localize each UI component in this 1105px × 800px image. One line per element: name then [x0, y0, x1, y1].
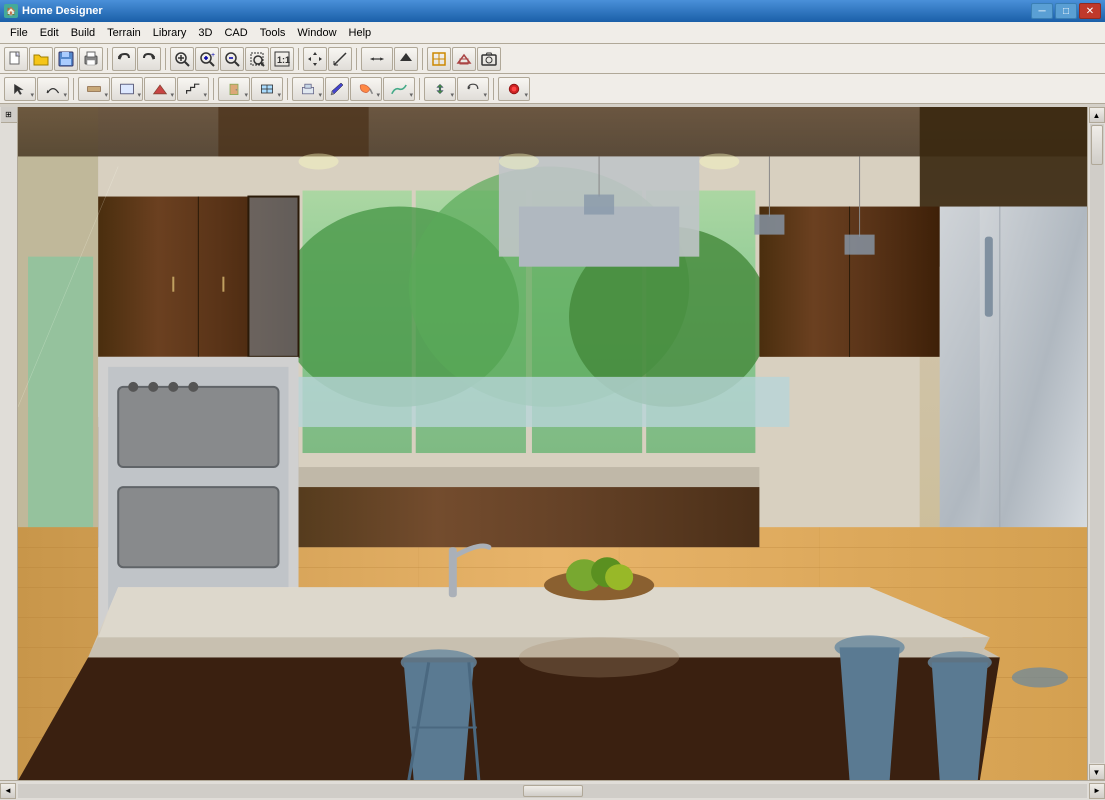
- separator1: [107, 48, 108, 70]
- hscroll-track[interactable]: [18, 784, 1087, 798]
- zoom-real-button[interactable]: 1:1: [270, 47, 294, 71]
- left-ruler: ⊞: [0, 107, 18, 780]
- separator2: [165, 48, 166, 70]
- scroll-track[interactable]: [1090, 124, 1104, 763]
- title-bar: 🏠 Home Designer ─ □ ✕: [0, 0, 1105, 22]
- ortho-button[interactable]: [361, 47, 393, 71]
- stair-button[interactable]: ▾: [177, 77, 209, 101]
- vertical-scrollbar[interactable]: ▲ ▼: [1087, 107, 1105, 780]
- cam-move-button[interactable]: ▾: [424, 77, 456, 101]
- rotate-button[interactable]: ▾: [457, 77, 489, 101]
- open-button[interactable]: [29, 47, 53, 71]
- select-button[interactable]: ▾: [4, 77, 36, 101]
- kitchen-render-svg: [18, 107, 1087, 780]
- close-button[interactable]: ✕: [1079, 3, 1101, 19]
- up-arrow-button[interactable]: [394, 47, 418, 71]
- scroll-down-button[interactable]: ▼: [1089, 764, 1105, 780]
- terrain-button[interactable]: ▾: [383, 77, 415, 101]
- corner-box: ⊞: [1, 107, 17, 123]
- print-button[interactable]: [79, 47, 103, 71]
- menu-tools[interactable]: Tools: [254, 25, 292, 41]
- pencil-button[interactable]: [325, 77, 349, 101]
- menu-library[interactable]: Library: [147, 25, 193, 41]
- window-button[interactable]: ▾: [251, 77, 283, 101]
- t2-separator2: [213, 78, 214, 100]
- separator3: [298, 48, 299, 70]
- menu-cad[interactable]: CAD: [218, 25, 253, 41]
- arc-select-button[interactable]: ▾: [37, 77, 69, 101]
- maximize-button[interactable]: □: [1055, 3, 1077, 19]
- floor-plan-button[interactable]: [427, 47, 451, 71]
- record-button[interactable]: ▾: [498, 77, 530, 101]
- app-icon: 🏠: [4, 4, 18, 18]
- fixture-button[interactable]: ▾: [292, 77, 324, 101]
- svg-text:1:1: 1:1: [277, 55, 290, 65]
- separator4: [356, 48, 357, 70]
- room-button[interactable]: ▾: [111, 77, 143, 101]
- svg-text:+: +: [211, 52, 215, 59]
- scroll-up-button[interactable]: ▲: [1089, 107, 1105, 123]
- 3d-view-button[interactable]: [452, 47, 476, 71]
- zoom-box-button[interactable]: [245, 47, 269, 71]
- roof-button[interactable]: ▾: [144, 77, 176, 101]
- menu-terrain[interactable]: Terrain: [101, 25, 147, 41]
- toolbar2: ▾ ▾ ▾ ▾ ▾ ▾ ▾ ▾ ▾ ▾ ▾: [0, 74, 1105, 104]
- door-button[interactable]: ▾: [218, 77, 250, 101]
- paint-button[interactable]: ▾: [350, 77, 382, 101]
- new-button[interactable]: [4, 47, 28, 71]
- 3d-scene: [18, 107, 1087, 780]
- t2-separator1: [73, 78, 74, 100]
- menu-3d[interactable]: 3D: [192, 25, 218, 41]
- title-bar-controls: ─ □ ✕: [1031, 3, 1101, 19]
- scroll-left-button[interactable]: ◄: [0, 783, 16, 799]
- zoom-fit-button[interactable]: [170, 47, 194, 71]
- menu-help[interactable]: Help: [343, 25, 378, 41]
- zoom-out-button[interactable]: [220, 47, 244, 71]
- wall-button[interactable]: ▾: [78, 77, 110, 101]
- measure-button[interactable]: [328, 47, 352, 71]
- undo-button[interactable]: [112, 47, 136, 71]
- viewport: [18, 107, 1087, 780]
- t2-separator3: [287, 78, 288, 100]
- menu-edit[interactable]: Edit: [34, 25, 65, 41]
- pan-button[interactable]: [303, 47, 327, 71]
- horizontal-scrollbar[interactable]: ◄ ►: [0, 780, 1105, 800]
- save-button[interactable]: [54, 47, 78, 71]
- camera-view-button[interactable]: [477, 47, 501, 71]
- separator5: [422, 48, 423, 70]
- menu-file[interactable]: File: [4, 25, 34, 41]
- scroll-thumb[interactable]: [1091, 125, 1103, 165]
- scroll-right-button[interactable]: ►: [1089, 783, 1105, 799]
- title-bar-left: 🏠 Home Designer: [4, 4, 103, 18]
- redo-button[interactable]: [137, 47, 161, 71]
- hscroll-thumb[interactable]: [523, 785, 583, 797]
- t2-separator4: [419, 78, 420, 100]
- minimize-button[interactable]: ─: [1031, 3, 1053, 19]
- menu-build[interactable]: Build: [65, 25, 101, 41]
- menu-window[interactable]: Window: [291, 25, 342, 41]
- zoom-in-button[interactable]: +: [195, 47, 219, 71]
- toolbar1: + 1:1: [0, 44, 1105, 74]
- app-title: Home Designer: [22, 5, 103, 17]
- t2-separator5: [493, 78, 494, 100]
- menu-bar: File Edit Build Terrain Library 3D CAD T…: [0, 22, 1105, 44]
